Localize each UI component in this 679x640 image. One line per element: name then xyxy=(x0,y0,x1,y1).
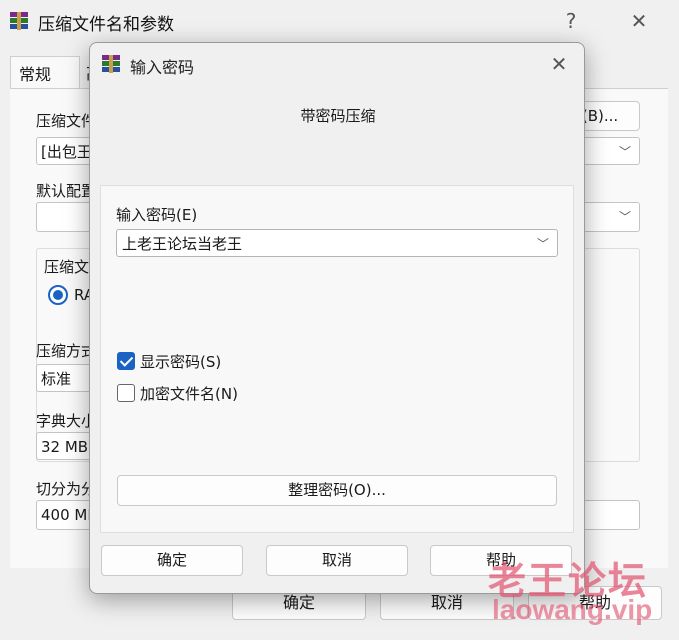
close-window-button[interactable]: ✕ xyxy=(624,6,654,36)
show-password-label: 显示密码(S) xyxy=(140,353,222,371)
archive-name-label: 压缩文件 xyxy=(36,112,97,130)
close-dialog-button[interactable]: ✕ xyxy=(544,49,574,79)
organize-passwords-button[interactable]: 整理密码(O)... xyxy=(117,475,557,506)
watermark-url: laowang.vip xyxy=(492,594,653,625)
password-label: 输入密码(E) xyxy=(116,206,198,224)
split-volumes-label: 切分为分 xyxy=(36,480,97,498)
compression-method-label: 压缩方式 xyxy=(36,342,97,360)
encrypt-filenames-checkbox[interactable] xyxy=(117,384,135,402)
dictionary-size-value: 32 MB xyxy=(41,438,89,456)
chevron-down-icon[interactable]: ﹀ xyxy=(537,230,549,256)
dialog-cancel-button[interactable]: 取消 xyxy=(266,545,408,576)
dialog-ok-button[interactable]: 确定 xyxy=(101,545,243,576)
window-title: 压缩文件名和参数 xyxy=(38,15,174,35)
tab-general[interactable]: 常规 xyxy=(10,56,80,89)
tab-general-label: 常规 xyxy=(19,65,52,84)
password-value: 上老王论坛当老王 xyxy=(122,235,243,253)
chevron-down-icon: ﹀ xyxy=(618,145,631,159)
help-caption-button[interactable]: ? xyxy=(556,6,586,36)
show-password-checkbox[interactable] xyxy=(117,352,135,370)
winrar-icon xyxy=(102,55,120,73)
format-radio[interactable] xyxy=(48,285,68,305)
password-input[interactable]: 上老王论坛当老王 ﹀ xyxy=(116,229,558,257)
archive-name-value: [出包王 xyxy=(41,143,92,161)
enter-password-dialog: 输入密码 ✕ 带密码压缩 输入密码(E) 上老王论坛当老王 ﹀ 显示密码(S) … xyxy=(89,42,585,594)
encrypt-filenames-label: 加密文件名(N) xyxy=(140,385,238,403)
winrar-icon xyxy=(10,12,28,30)
compression-method-value: 标准 xyxy=(41,370,72,388)
dictionary-size-dropdown[interactable]: 32 MB xyxy=(36,432,96,460)
archive-format-group-label: 压缩文 xyxy=(44,258,90,276)
dialog-title: 输入密码 xyxy=(130,58,195,77)
dictionary-size-label: 字典大小 xyxy=(36,412,97,430)
chevron-down-icon: ﹀ xyxy=(618,210,631,224)
default-profile-label: 默认配置 xyxy=(36,182,97,200)
dialog-heading: 带密码压缩 xyxy=(300,107,376,125)
compression-method-dropdown[interactable]: 标准 xyxy=(36,364,96,392)
